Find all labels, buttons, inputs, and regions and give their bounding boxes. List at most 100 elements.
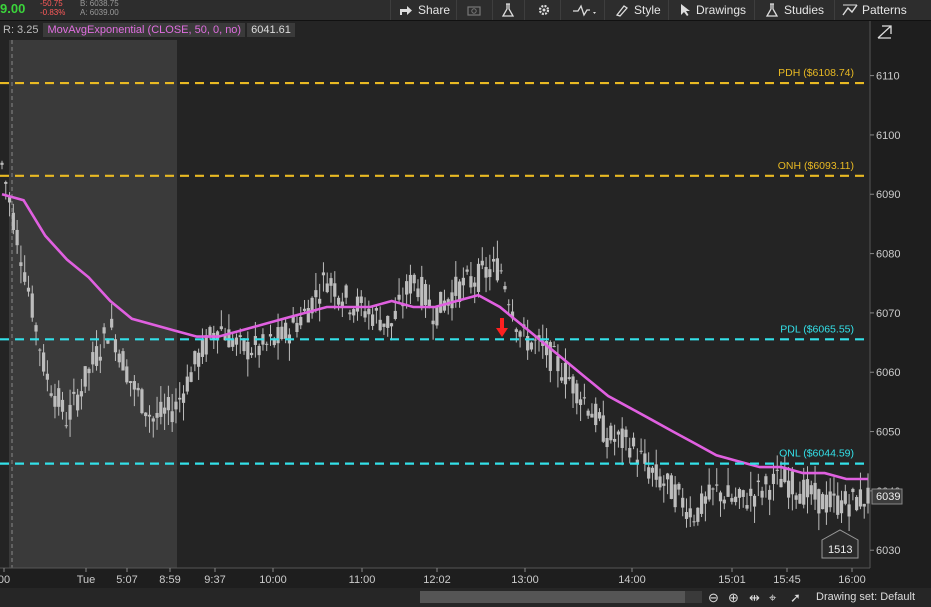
candle-body: [715, 484, 719, 486]
candle-body: [786, 480, 791, 498]
zoom-out-icon[interactable]: ⊖: [708, 590, 719, 606]
candle-body: [866, 487, 870, 504]
drawing-set-label[interactable]: Drawing set: Default: [816, 591, 915, 603]
horizontal-scrollbar[interactable]: [420, 591, 702, 603]
candle-body: [374, 308, 378, 311]
candle-body: [159, 401, 163, 417]
candle-body: [208, 327, 212, 337]
candle-body: [639, 450, 643, 452]
candle-body: [450, 292, 454, 309]
candle-body: [828, 491, 832, 508]
time-tick-label: 10:00: [259, 574, 287, 586]
candle-body: [692, 521, 696, 523]
candle-body: [253, 336, 257, 345]
candle-body: [734, 496, 738, 503]
candle-body: [465, 269, 469, 272]
candle-body: [163, 407, 167, 414]
candle-body: [741, 490, 745, 497]
candle-body: [249, 352, 254, 356]
time-tick-label: 9:37: [204, 574, 225, 586]
current-price-text: 6039: [876, 491, 900, 503]
candle-body: [794, 495, 798, 500]
candle-body: [843, 491, 847, 504]
ema-study-label[interactable]: MovAvgExponential (CLOSE, 50, 0, no): [43, 23, 246, 37]
candle-body: [631, 437, 636, 447]
candle-body: [76, 394, 80, 411]
candle-body: [11, 212, 15, 230]
candle-body: [469, 276, 473, 288]
candle-body: [488, 269, 492, 278]
expand-icon[interactable]: [876, 24, 894, 40]
candle-body: [295, 322, 299, 332]
candle-body: [284, 322, 288, 339]
candle-body: [405, 281, 409, 295]
candle-body: [665, 473, 670, 480]
candle-body: [677, 483, 681, 490]
candle-body: [473, 282, 477, 287]
price-tick-label: 6100: [876, 130, 900, 142]
candle-body: [128, 381, 133, 383]
candle-body: [560, 377, 564, 381]
time-tick-label: 14:00: [618, 574, 646, 586]
candle-body: [185, 376, 189, 392]
candle-body: [166, 397, 170, 411]
candle-body: [798, 493, 802, 504]
candle-body: [427, 299, 431, 307]
candle-body: [556, 356, 560, 372]
candle-body: [836, 495, 840, 515]
candle-body: [132, 381, 136, 390]
candle-body: [19, 262, 23, 267]
crosshair-icon[interactable]: ⌖: [769, 590, 776, 606]
candle-body: [821, 494, 825, 510]
candle-body: [113, 339, 118, 353]
candle-body: [91, 352, 95, 365]
candle-body: [628, 448, 632, 458]
candle-body: [57, 388, 61, 407]
candle-body: [476, 263, 481, 292]
candle-body: [613, 438, 617, 442]
candle-body: [582, 397, 586, 399]
candle-body: [790, 471, 794, 495]
candle-body: [722, 499, 726, 504]
candle-body: [495, 258, 499, 281]
candle-body: [658, 476, 662, 488]
time-tick-label: 5:07: [116, 574, 137, 586]
candle-body: [862, 503, 866, 507]
candle-body: [299, 317, 303, 326]
price-chart[interactable]: PDH ($6108.74) ONH ($6093.11) PDL ($6065.5…: [0, 0, 931, 588]
candle-body: [696, 507, 700, 522]
candle-body: [314, 290, 318, 298]
candle-body: [768, 489, 772, 500]
candle-body: [552, 346, 556, 348]
pan-icon[interactable]: ⇹: [749, 590, 760, 606]
candle-body: [79, 391, 84, 397]
candle-body: [847, 504, 851, 517]
candle-body: [325, 283, 329, 293]
candle-body: [178, 397, 182, 400]
zoom-in-icon[interactable]: ⊕: [728, 590, 739, 606]
candle-body: [756, 480, 760, 483]
scroll-thumb[interactable]: [420, 591, 685, 603]
candle-body: [492, 258, 496, 262]
candle-body: [707, 484, 711, 500]
candle-body: [518, 331, 522, 337]
candle-body: [718, 492, 723, 502]
time-tick-label: 16:00: [838, 574, 866, 586]
time-tick-label: 13:00: [511, 574, 539, 586]
candle-body: [503, 286, 507, 290]
candle-body: [15, 229, 19, 246]
candle-body: [280, 326, 284, 339]
candle-body: [68, 404, 72, 420]
candle-body: [23, 272, 27, 282]
candle-body: [60, 399, 65, 412]
pointer-icon[interactable]: ➚: [790, 590, 801, 606]
candle-body: [45, 373, 49, 380]
candle-body: [764, 476, 768, 485]
candle-body: [730, 498, 734, 502]
candle-body: [265, 343, 269, 345]
candle-body: [0, 162, 4, 165]
candle-body: [726, 485, 730, 497]
candle-body: [26, 287, 31, 292]
candle-body: [348, 312, 352, 315]
candle-body: [654, 464, 658, 480]
